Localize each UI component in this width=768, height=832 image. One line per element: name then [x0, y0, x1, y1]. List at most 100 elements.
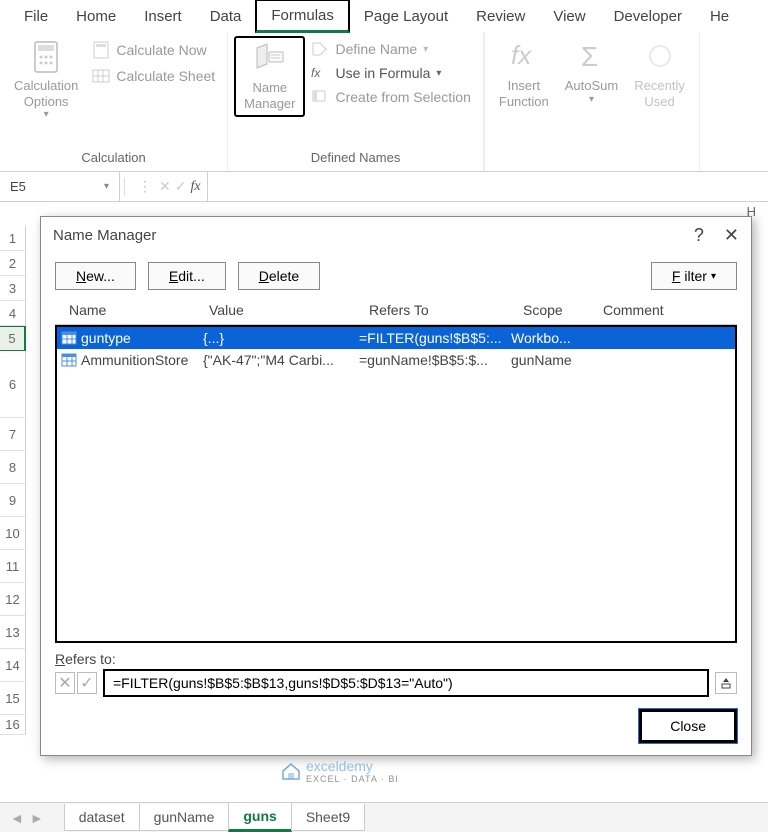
- tab-review[interactable]: Review: [462, 2, 539, 31]
- create-from-selection-button[interactable]: Create from Selection: [305, 86, 476, 108]
- expand-icon[interactable]: [715, 672, 737, 694]
- chevron-down-icon: ▾: [104, 181, 109, 192]
- row-header[interactable]: 3: [0, 276, 26, 301]
- insert-function-button[interactable]: fx Insert Function: [491, 36, 557, 113]
- watermark-brand: exceldemy: [306, 758, 399, 774]
- list-row[interactable]: AmmunitionStore {"AK-47";"M4 Carbi... =g…: [57, 349, 735, 371]
- header-value[interactable]: Value: [209, 302, 369, 318]
- sheet-tabs-bar: ◄ ► dataset gunName guns Sheet9: [0, 802, 768, 832]
- cell-reference: E5: [10, 179, 26, 194]
- watermark-tag: EXCEL · DATA · BI: [306, 774, 399, 784]
- name-manager-dialog: Name Manager ? ✕ New... Edit... Delete F…: [40, 216, 752, 756]
- row-header[interactable]: 7: [0, 418, 26, 451]
- refers-to-row: ✕ ✓: [41, 669, 751, 705]
- group-calculation: Calculation Options ▾ Calculate Now Calc…: [0, 32, 228, 171]
- dialog-toolbar: New... Edit... Delete Filter ▾: [41, 254, 751, 298]
- table-icon: [61, 331, 77, 345]
- fx-icon[interactable]: fx: [190, 179, 200, 195]
- close-icon[interactable]: ✕: [724, 225, 739, 246]
- accept-refers-icon[interactable]: ✓: [77, 672, 97, 694]
- tab-home[interactable]: Home: [62, 2, 130, 31]
- sheet-next-icon[interactable]: ►: [30, 810, 44, 826]
- sheet-tab-sheet9[interactable]: Sheet9: [291, 804, 365, 831]
- row-header[interactable]: 4: [0, 301, 26, 326]
- tab-developer[interactable]: Developer: [600, 2, 696, 31]
- header-scope[interactable]: Scope: [523, 302, 603, 318]
- tab-formulas[interactable]: Formulas: [255, 0, 350, 33]
- row-header[interactable]: 9: [0, 484, 26, 517]
- cancel-icon[interactable]: ✕: [159, 178, 171, 195]
- name-box[interactable]: E5 ▾: [0, 172, 120, 201]
- calc-sheet-label: Calculate Sheet: [116, 68, 215, 84]
- dialog-title-text: Name Manager: [53, 227, 156, 244]
- tab-insert[interactable]: Insert: [130, 2, 196, 31]
- tab-file[interactable]: File: [10, 2, 62, 31]
- list-row-selected[interactable]: guntype {...} =FILTER(guns!$B$5:... Work…: [57, 327, 735, 349]
- sheet-tab-guns[interactable]: guns: [228, 803, 291, 832]
- table-icon: [61, 353, 77, 367]
- tag-icon: [311, 41, 329, 57]
- tab-view[interactable]: View: [539, 2, 599, 31]
- row-header[interactable]: 6: [0, 351, 26, 418]
- row-header[interactable]: 1: [0, 226, 26, 251]
- close-button[interactable]: Close: [639, 709, 737, 743]
- tab-help[interactable]: He: [696, 2, 743, 31]
- autosum-label: AutoSum: [565, 78, 618, 94]
- refers-to-input[interactable]: [103, 669, 709, 697]
- sigma-icon: Σ: [577, 40, 607, 74]
- help-icon[interactable]: ?: [694, 225, 704, 246]
- row-header[interactable]: 15: [0, 682, 26, 715]
- row-header[interactable]: 16: [0, 715, 26, 735]
- dialog-titlebar[interactable]: Name Manager ? ✕: [41, 217, 751, 254]
- filter-button[interactable]: Filter ▾: [651, 262, 737, 290]
- calculate-sheet-button[interactable]: Calculate Sheet: [86, 64, 221, 88]
- group-function-library: fx Insert Function Σ AutoSum ▾ Recently …: [484, 32, 700, 171]
- delete-button[interactable]: Delete: [238, 262, 320, 290]
- new-button[interactable]: New...: [55, 262, 136, 290]
- row-header[interactable]: 11: [0, 550, 26, 583]
- chevron-down-icon: ▾: [44, 109, 49, 121]
- sheet-prev-icon[interactable]: ◄: [10, 810, 24, 826]
- sheet-tab-dataset[interactable]: dataset: [64, 804, 140, 831]
- header-name[interactable]: Name: [69, 302, 209, 318]
- row-header[interactable]: 13: [0, 616, 26, 649]
- tab-page-layout[interactable]: Page Layout: [350, 2, 462, 31]
- calculate-now-button[interactable]: Calculate Now: [86, 38, 221, 62]
- chevron-down-icon: ▾: [589, 94, 594, 106]
- names-list[interactable]: guntype {...} =FILTER(guns!$B$5:... Work…: [55, 325, 737, 643]
- insert-function-label: Insert Function: [499, 78, 549, 109]
- sheet-nav: ◄ ►: [0, 810, 54, 826]
- calculation-options-label: Calculation Options: [14, 78, 78, 109]
- autosum-button[interactable]: Σ AutoSum ▾: [557, 36, 626, 110]
- name-manager-button[interactable]: Name Manager: [234, 36, 305, 117]
- name-manager-icon: [253, 42, 287, 76]
- header-refers[interactable]: Refers To: [369, 302, 523, 318]
- selection-icon: [311, 89, 329, 105]
- chevron-down-icon: ▾: [423, 44, 428, 55]
- row-header[interactable]: 12: [0, 583, 26, 616]
- recently-used-button[interactable]: Recently Used: [626, 36, 693, 113]
- calculation-options-button[interactable]: Calculation Options ▾: [6, 36, 86, 125]
- cancel-refers-icon[interactable]: ✕: [55, 672, 75, 694]
- row-header[interactable]: 2: [0, 251, 26, 276]
- row-header[interactable]: 8: [0, 451, 26, 484]
- calc-now-label: Calculate Now: [116, 42, 206, 58]
- calc-sheet-icon: [92, 67, 110, 85]
- recent-icon: [645, 40, 675, 74]
- row-name: AmmunitionStore: [81, 352, 203, 368]
- edit-button[interactable]: Edit...: [148, 262, 226, 290]
- sheet-tab-gunname[interactable]: gunName: [139, 804, 230, 831]
- define-name-button[interactable]: Define Name ▾: [305, 38, 476, 60]
- row-header[interactable]: 10: [0, 517, 26, 550]
- tab-data[interactable]: Data: [196, 2, 256, 31]
- chevron-down-icon: ▾: [436, 68, 441, 79]
- row-header[interactable]: 14: [0, 649, 26, 682]
- use-in-formula-button[interactable]: fx Use in Formula ▾: [305, 62, 476, 84]
- row-value: {...}: [203, 330, 359, 346]
- header-comment[interactable]: Comment: [603, 302, 723, 318]
- define-name-label: Define Name: [335, 41, 417, 57]
- group-defined-names: Name Manager Define Name ▾ fx Use in For…: [228, 32, 484, 171]
- group-calculation-label: Calculation: [81, 146, 145, 167]
- enter-icon[interactable]: ✓: [175, 178, 187, 195]
- row-header-selected[interactable]: 5: [0, 326, 26, 351]
